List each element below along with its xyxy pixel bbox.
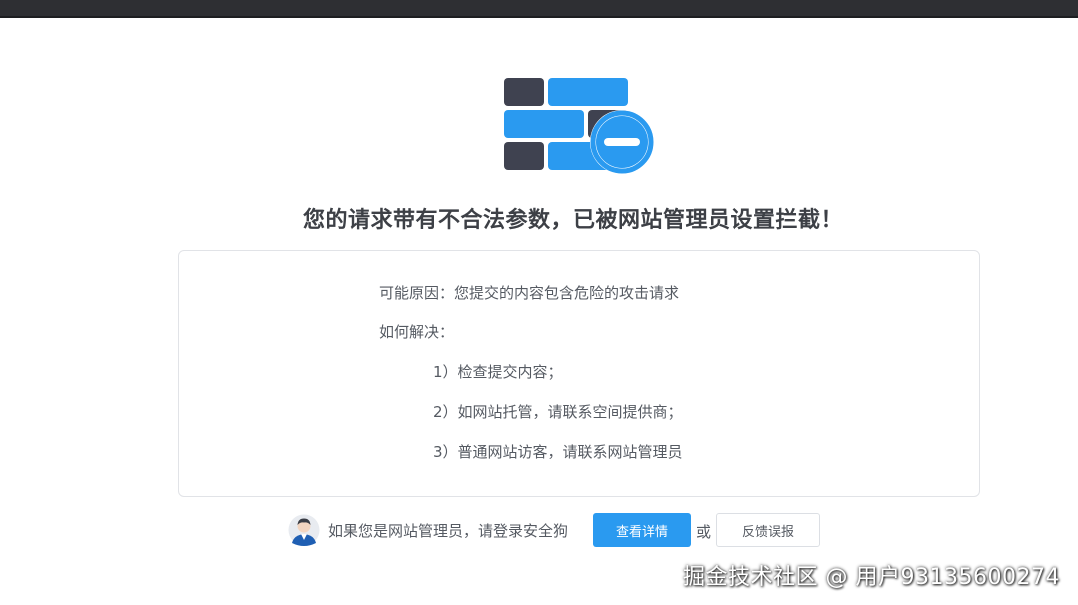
footer-actions: 如果您是网站管理员，请登录安全狗 查看详情 或 反馈误报 — [0, 512, 1078, 548]
waf-block-page: 您的请求带有不合法参数，已被网站管理员设置拦截！ 可能原因：您提交的内容包含危险… — [0, 0, 1078, 605]
reason-box: 可能原因：您提交的内容包含危险的攻击请求 如何解决： 1）检查提交内容； 2）如… — [178, 250, 980, 497]
browser-top-bar — [0, 0, 1078, 18]
solution-step: 2）如网站托管，请联系空间提供商； — [433, 403, 683, 421]
admin-avatar-icon — [288, 514, 320, 546]
solution-step: 3）普通网站访客，请联系网站管理员 — [433, 443, 683, 461]
solution-title: 如何解决： — [379, 323, 455, 341]
report-false-positive-button[interactable]: 反馈误报 — [716, 513, 820, 547]
admin-login-hint: 如果您是网站管理员，请登录安全狗 — [328, 522, 569, 540]
brick-wall-blocked-icon — [504, 78, 654, 174]
or-separator: 或 — [696, 523, 712, 541]
solution-step: 1）检查提交内容； — [433, 363, 563, 381]
possible-reason-text: 可能原因：您提交的内容包含危险的攻击请求 — [379, 284, 680, 302]
view-details-button[interactable]: 查看详情 — [593, 513, 691, 547]
site-watermark: 掘金技术社区 @ 用户93135600274 — [683, 565, 1060, 590]
page-title: 您的请求带有不合法参数，已被网站管理员设置拦截！ — [302, 208, 843, 233]
